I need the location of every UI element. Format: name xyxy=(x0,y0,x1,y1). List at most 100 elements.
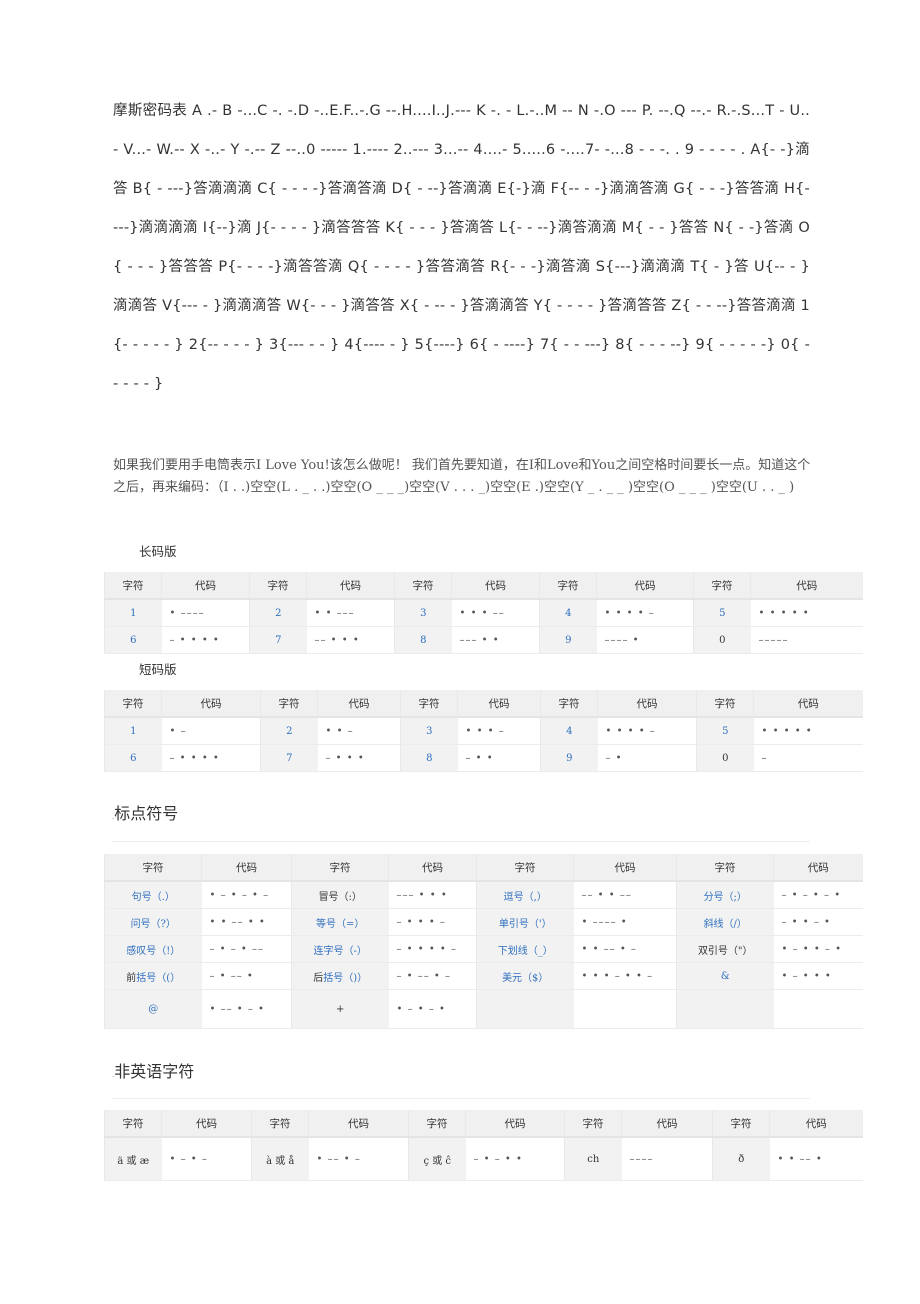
char-cell: 前括号（(） xyxy=(104,962,202,990)
table-header-row: 字符 代码 字符 代码 字符 代码 字符 代码 字符 代码 xyxy=(104,572,863,600)
table-row: 1 • – 2 • • – 3 • • • – 4 • • • • – 5 • • • •… xyxy=(104,717,863,745)
char-link[interactable]: 5 xyxy=(696,717,754,745)
header-code: 代码 xyxy=(465,1110,565,1138)
code-cell: • –– • – xyxy=(308,1137,409,1181)
long-version-title: 长码版 xyxy=(139,544,177,559)
char-link[interactable]: 1 xyxy=(104,717,162,745)
code-cell: • –––– xyxy=(161,599,250,627)
code-cell: – • • • xyxy=(317,744,401,772)
char-link[interactable]: 美元（$） xyxy=(476,962,574,990)
char-cell: 冒号（:） xyxy=(291,881,389,909)
char-link[interactable]: 单引号（'） xyxy=(476,908,574,936)
header-char: 字符 xyxy=(104,690,162,718)
code-cell: • • • • • xyxy=(753,717,863,745)
char-link[interactable]: 2 xyxy=(249,599,307,627)
char-link[interactable]: 2 xyxy=(260,717,318,745)
empty-char-cell xyxy=(676,989,774,1029)
code-cell: – xyxy=(753,744,863,772)
table-row: 6– • • • • 7 –– • • • 8 ––– • • 9 –––– • 0–… xyxy=(104,626,863,654)
header-code: 代码 xyxy=(451,572,540,600)
empty-char-cell xyxy=(476,989,574,1029)
long-version-table: 字符 代码 字符 代码 字符 代码 字符 代码 字符 代码 1 • –––– 2 • • ––… xyxy=(104,572,863,654)
header-code: 代码 xyxy=(773,854,863,882)
header-code: 代码 xyxy=(573,854,677,882)
char-link[interactable]: 7 xyxy=(260,744,318,772)
char-link[interactable]: 句号（.） xyxy=(104,881,202,909)
char-cell: 0 xyxy=(696,744,754,772)
i-love-you-paragraph: 如果我们要用手电筒表示I Love You!该怎么做呢！ 我们首先要知道，在I和… xyxy=(113,458,811,495)
punctuation-table: 字符 代码 字符 代码 字符 代码 字符 代码 句号（.） • – • – • – 冒号（… xyxy=(104,854,863,1029)
char-link[interactable]: 感叹号（!） xyxy=(104,935,202,963)
char-cell: 双引号（"） xyxy=(676,935,774,963)
char-link[interactable]: 4 xyxy=(539,599,597,627)
morse-intro-text: 摩斯密码表 A .- B -...C -. -.D -..E.F..-.G --… xyxy=(113,103,810,392)
code-cell: • • – xyxy=(317,717,401,745)
header-char: 字符 xyxy=(291,854,389,882)
table-row: 问号（?） • • –– • • 等号（=） – • • • – 单引号（'） • –… xyxy=(104,908,863,936)
table-header-row: 字符 代码 字符 代码 字符 代码 字符 代码 字符 代码 xyxy=(104,690,863,718)
char-link[interactable]: 连字号（-） xyxy=(291,935,389,963)
header-char: 字符 xyxy=(104,1110,162,1138)
header-char: 字符 xyxy=(408,1110,466,1138)
punctuation-section-title: .标点符号 xyxy=(112,800,178,824)
header-char: 字符 xyxy=(696,690,754,718)
char-prefix: 后 xyxy=(313,972,324,984)
char-link[interactable]: 8 xyxy=(394,626,452,654)
table-row: @ • –– • – • + • – • – • xyxy=(104,989,863,1029)
code-cell: –––– xyxy=(621,1137,713,1181)
header-code: 代码 xyxy=(621,1110,713,1138)
code-cell: – • • • • xyxy=(161,626,250,654)
header-char: 字符 xyxy=(260,690,318,718)
header-char: 字符 xyxy=(539,572,597,600)
char-cell: ð xyxy=(712,1137,770,1181)
char-link[interactable]: 括号（)） xyxy=(323,973,367,984)
header-code: 代码 xyxy=(161,572,250,600)
code-cell: • – • • – • xyxy=(773,935,863,963)
char-link[interactable]: 6 xyxy=(104,626,162,654)
header-code: 代码 xyxy=(388,854,477,882)
code-cell: • • • • – xyxy=(596,599,694,627)
code-cell: • • • – xyxy=(457,717,541,745)
code-cell: – • • • – xyxy=(388,908,477,936)
short-version-table: 字符 代码 字符 代码 字符 代码 字符 代码 字符 代码 1 • – 2 • • – 3 • … xyxy=(104,690,863,772)
code-cell: • –––– • xyxy=(573,908,677,936)
header-code: 代码 xyxy=(308,1110,409,1138)
char-link[interactable]: 4 xyxy=(540,717,598,745)
char-link[interactable]: 6 xyxy=(104,744,162,772)
char-link[interactable]: 8 xyxy=(400,744,458,772)
code-cell: • • –– • • xyxy=(201,908,292,936)
table-header-row: 字符 代码 字符 代码 字符 代码 字符 代码 xyxy=(104,854,863,882)
char-link[interactable]: 3 xyxy=(400,717,458,745)
header-code: 代码 xyxy=(596,572,694,600)
char-link[interactable]: 逗号（,） xyxy=(476,881,574,909)
char-link[interactable]: 分号（;） xyxy=(676,881,774,909)
code-cell: –– • • • xyxy=(306,626,395,654)
code-cell: – • –– • – xyxy=(388,962,477,990)
char-link[interactable]: 9 xyxy=(540,744,598,772)
char-link[interactable]: 3 xyxy=(394,599,452,627)
table-row: 6– • • • • 7– • • • 8– • • 9– • 0– xyxy=(104,744,863,772)
code-cell: • • • • – xyxy=(597,717,697,745)
code-cell: • – • – • – xyxy=(201,881,292,909)
char-link[interactable]: 括号（(） xyxy=(136,973,180,984)
code-cell: – • – • • xyxy=(465,1137,565,1181)
char-link[interactable]: 斜线（/） xyxy=(676,908,774,936)
char-link[interactable]: 5 xyxy=(693,599,751,627)
code-cell: –––– • xyxy=(596,626,694,654)
char-link[interactable]: 问号（?） xyxy=(104,908,202,936)
code-cell: –– • • –– xyxy=(573,881,677,909)
char-link[interactable]: 等号（=） xyxy=(291,908,389,936)
section-divider xyxy=(112,1098,810,1099)
char-link[interactable]: 7 xyxy=(249,626,307,654)
char-link[interactable]: 1 xyxy=(104,599,162,627)
char-link[interactable]: & xyxy=(676,962,774,990)
table-row: 1 • –––– 2 • • ––– 3 • • • –– 4 • • • • – 5 •… xyxy=(104,599,863,627)
char-cell: ç 或 ĉ xyxy=(408,1137,466,1181)
char-link[interactable]: 9 xyxy=(539,626,597,654)
code-cell: ––– • • xyxy=(451,626,540,654)
char-prefix: 前 xyxy=(126,972,137,984)
non-english-table: 字符 代码 字符 代码 字符 代码 字符 代码 字符 代码 ä 或 æ • – • – à … xyxy=(104,1110,863,1181)
char-link[interactable]: 下划线（_） xyxy=(476,935,574,963)
char-link[interactable]: @ xyxy=(104,989,202,1029)
code-cell: • • • –– xyxy=(451,599,540,627)
